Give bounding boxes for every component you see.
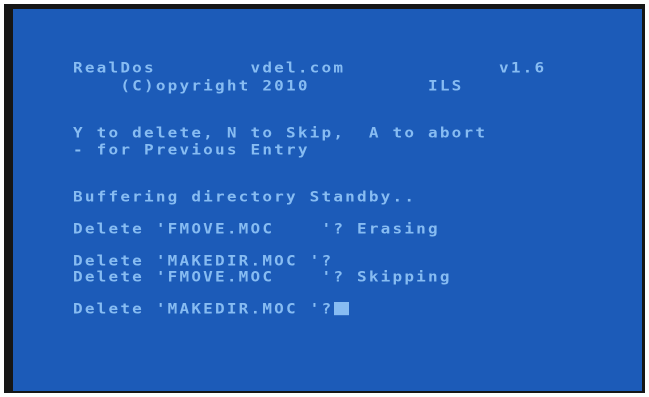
instructions-line: Y to delete, N to Skip, A to abort: [73, 124, 488, 141]
screenshot-frame: RealDos vdel.com v1.6 (C)opyright 2010 I…: [0, 0, 649, 397]
prompt-line-skipping: Delete 'FMOVE.MOC '? Skipping: [73, 268, 452, 285]
previous-entry-hint: - for Previous Entry: [73, 141, 310, 158]
active-prompt-row[interactable]: Delete 'MAKEDIR.MOC '?: [73, 300, 350, 317]
buffering-status-line: Buffering directory Standby..: [73, 188, 417, 205]
text-cursor: [334, 302, 350, 316]
prompt-line-pending: Delete 'MAKEDIR.MOC '?: [73, 252, 334, 269]
monitor-border: RealDos vdel.com v1.6 (C)opyright 2010 I…: [4, 4, 645, 393]
active-prompt-text: Delete 'MAKEDIR.MOC '?: [73, 300, 334, 317]
atari-dos-screen[interactable]: RealDos vdel.com v1.6 (C)opyright 2010 I…: [13, 9, 642, 391]
title-line: RealDos vdel.com v1.6: [73, 59, 547, 76]
prompt-line-erasing: Delete 'FMOVE.MOC '? Erasing: [73, 220, 440, 237]
copyright-line: (C)opyright 2010 ILS: [73, 77, 464, 94]
